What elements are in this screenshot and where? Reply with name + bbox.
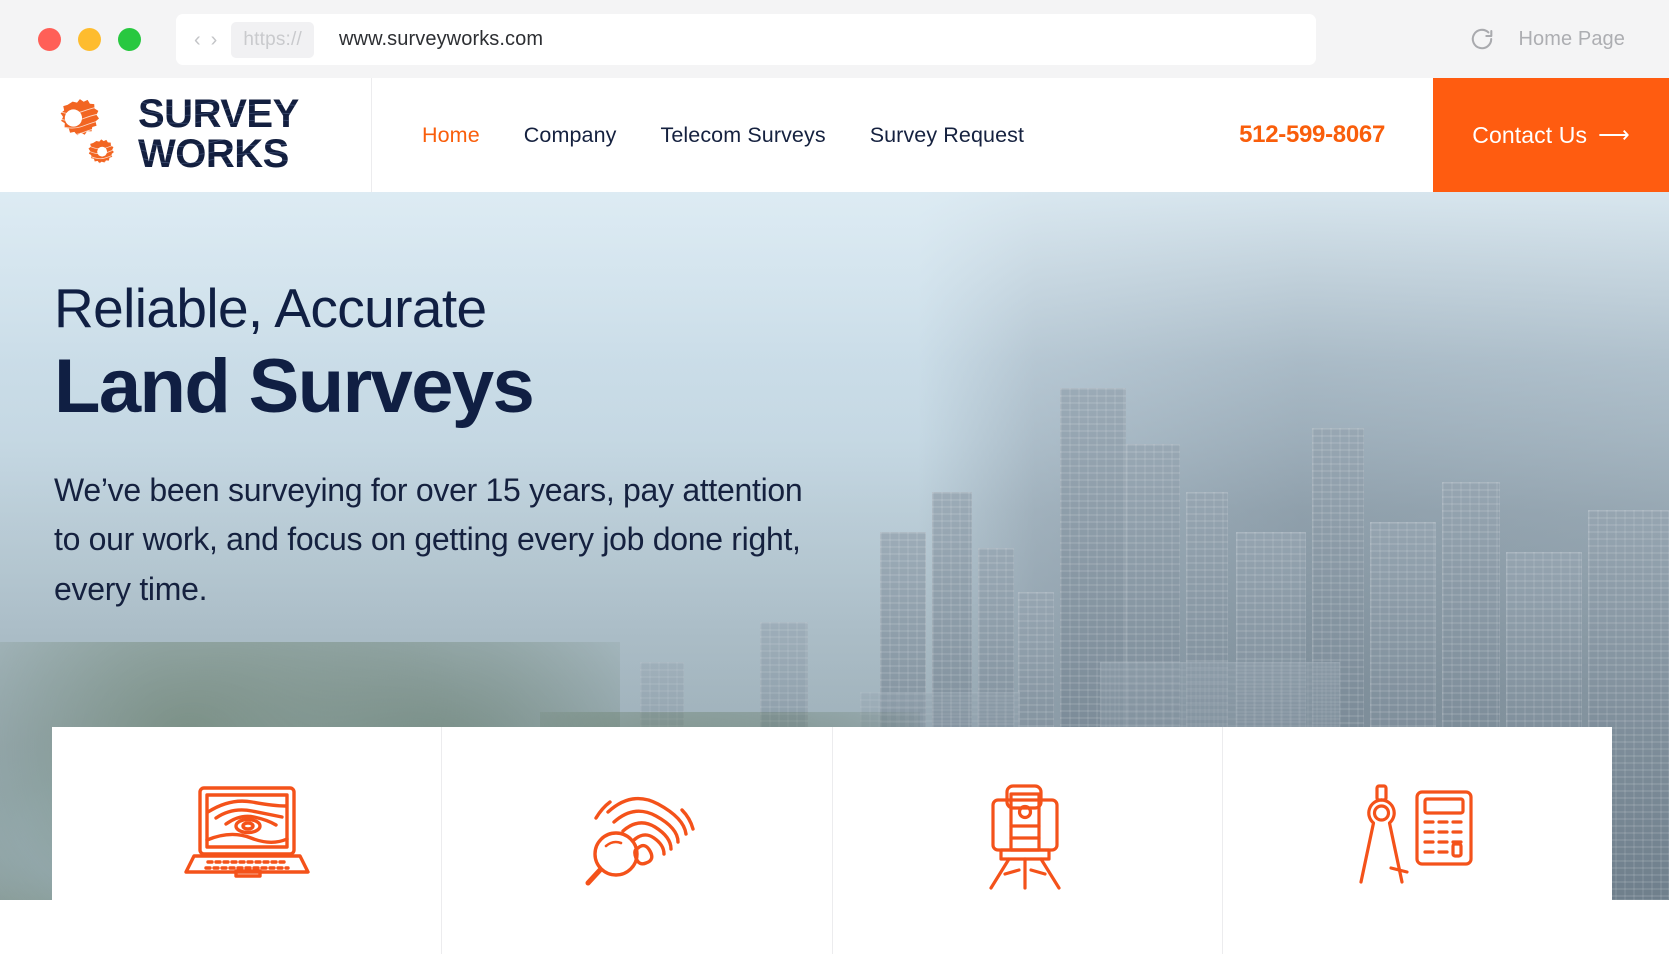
nav-item-survey-request[interactable]: Survey Request (870, 117, 1024, 154)
contact-us-button[interactable]: Contact Us ⟶ (1433, 78, 1669, 192)
maximize-window-button[interactable] (118, 27, 141, 51)
page-background-right (1612, 900, 1669, 954)
reload-icon[interactable] (1469, 26, 1495, 52)
address-bar[interactable]: ‹ › https:// www.surveyworks.com (176, 14, 1316, 65)
hero-title: Land Surveys (54, 343, 535, 429)
contact-us-label: Contact Us (1472, 121, 1588, 148)
browser-window: ‹ › https:// www.surveyworks.com Home Pa… (0, 0, 1669, 954)
hero-paragraph: We’ve been surveying for over 15 years, … (54, 471, 803, 608)
close-window-button[interactable] (38, 27, 61, 51)
site-header: SURVEY WORKS SURVEY WORKS Home Company T… (0, 78, 1669, 206)
nav-item-home[interactable]: Home (420, 117, 482, 206)
phone-number-link[interactable]: 512-599-8067 (1191, 78, 1433, 192)
gears-icon (50, 96, 128, 174)
primary-navigation: Home Company Telecom Surveys Survey Requ… (372, 78, 1024, 206)
hero-copy: Reliable, Accurate Land Surveys We’ve be… (54, 277, 814, 615)
nav-item-telecom-surveys[interactable]: Telecom Surveys (660, 117, 825, 154)
tab-home-page[interactable]: Home Page (1518, 28, 1625, 51)
arrow-right-icon: ⟶ (1598, 122, 1630, 147)
back-icon[interactable]: ‹ (194, 30, 201, 50)
services-card (52, 727, 1612, 954)
window-traffic-lights[interactable] (38, 27, 141, 51)
service-calculations[interactable] (1223, 727, 1612, 954)
nav-arrows[interactable]: ‹ › (194, 30, 217, 50)
total-station-tripod-icon (979, 782, 1075, 890)
forward-icon[interactable]: › (211, 30, 218, 50)
service-mapping[interactable] (52, 727, 443, 954)
minimize-window-button[interactable] (78, 27, 101, 51)
chrome-right-controls: Home Page (1469, 0, 1669, 78)
service-field-survey[interactable] (833, 727, 1223, 954)
url-scheme-chip: https:// (231, 21, 314, 58)
browser-chrome: ‹ › https:// www.surveyworks.com Home Pa… (0, 0, 1669, 78)
magnifier-contour-lines-icon (578, 782, 696, 886)
page-background-left (0, 900, 52, 954)
logo-link[interactable]: SURVEY WORKS SURVEY WORKS (0, 78, 372, 192)
header-actions: 512-599-8067 Contact Us ⟶ (1191, 78, 1669, 192)
logo-wordmark: SURVEY WORKS SURVEY WORKS (138, 94, 338, 176)
service-analysis[interactable] (442, 727, 833, 954)
url-input[interactable]: www.surveyworks.com (339, 28, 543, 51)
nav-item-company[interactable]: Company (524, 117, 617, 154)
hero-eyebrow: Reliable, Accurate (54, 277, 487, 339)
laptop-topographic-map-icon (182, 782, 312, 886)
compass-calculator-icon (1355, 782, 1479, 890)
